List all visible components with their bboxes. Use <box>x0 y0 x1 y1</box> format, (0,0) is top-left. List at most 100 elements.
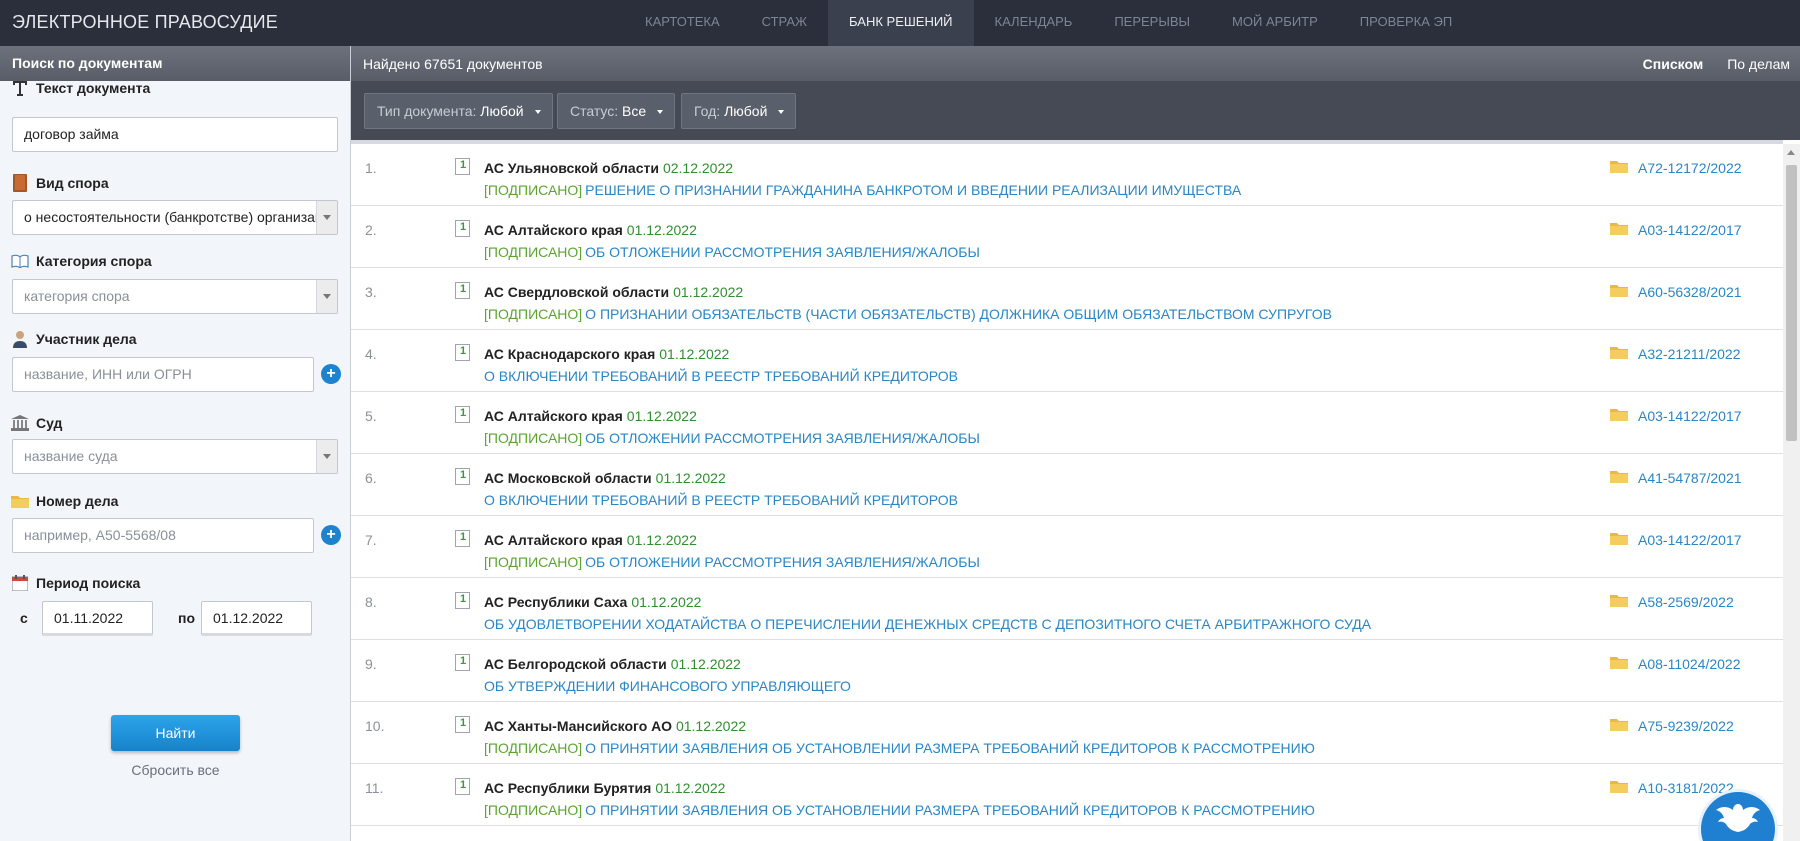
nav-item-3[interactable]: КАЛЕНДАРЬ <box>974 0 1094 46</box>
participant-input[interactable]: название, ИНН или ОГРН <box>12 357 314 392</box>
signed-badge: [ПОДПИСАНО] <box>484 802 583 818</box>
result-number: 11. <box>365 780 384 796</box>
result-title-link[interactable]: [ПОДПИСАНО] ОБ ОТЛОЖЕНИИ РАССМОТРЕНИЯ ЗАЯ… <box>484 244 980 260</box>
signed-badge: [ПОДПИСАНО] <box>484 244 583 260</box>
result-court: АС Свердловской области 01.12.2022 <box>484 284 744 300</box>
result-court: АС Белгородской области 01.12.2022 <box>484 656 741 672</box>
signed-badge: [ПОДПИСАНО] <box>484 740 583 756</box>
result-date: 02.12.2022 <box>662 160 734 176</box>
case-number-label: Номер дела <box>10 491 118 511</box>
main-nav: КАРТОТЕКА СТРАЖ БАНК РЕШЕНИЙ КАЛЕНДАРЬ ПЕРЕР… <box>624 0 1473 46</box>
document-icon[interactable] <box>455 778 470 795</box>
app-logo[interactable]: ЭЛЕКТРОННОЕ ПРАВОСУДИЕ <box>12 12 278 33</box>
reset-all-link[interactable]: Сбросить все <box>0 762 351 778</box>
case-number-link[interactable]: А08-11024/2022 <box>1638 656 1741 672</box>
chevron-down-icon[interactable] <box>316 280 337 313</box>
result-court: АС Алтайского края 01.12.2022 <box>484 532 697 548</box>
case-number-link[interactable]: А72-12172/2022 <box>1638 160 1742 176</box>
case-number-input[interactable]: например, А50-5568/08 <box>12 518 314 553</box>
doc-type-filter[interactable]: Тип документа: Любой <box>364 93 553 129</box>
result-date: 01.12.2022 <box>631 594 702 610</box>
folder-icon <box>1610 471 1628 483</box>
nav-item-5[interactable]: МОЙ АРБИТР <box>1211 0 1339 46</box>
result-title-link[interactable]: [ПОДПИСАНО] РЕШЕНИЕ О ПРИЗНАНИИ ГРАЖДАНИН… <box>484 182 1241 198</box>
chevron-down-icon[interactable] <box>316 440 337 473</box>
result-title-link[interactable]: ОБ УТВЕРЖДЕНИИ ФИНАНСОВОГО УПРАВЛЯЮЩЕГО <box>484 678 851 694</box>
result-number: 8. <box>365 594 377 610</box>
dispute-category-select[interactable]: категория спора <box>12 279 338 314</box>
result-row: 8. АС Республики Саха01.12.2022 ОБ УДОВЛЕТ… <box>351 578 1783 640</box>
court-select[interactable]: название суда <box>12 439 338 474</box>
text-t-icon <box>10 78 30 98</box>
document-icon[interactable] <box>455 592 470 609</box>
result-title-link[interactable]: [ПОДПИСАНО] О ПРИЗНАНИИ ОБЯЗАТЕЛЬСТВ (ЧАС… <box>484 306 1332 322</box>
document-text-input[interactable]: договор займа <box>12 117 338 152</box>
document-icon[interactable] <box>455 530 470 547</box>
find-button[interactable]: Найти <box>111 715 240 751</box>
result-title-link[interactable]: [ПОДПИСАНО] ОБ ОТЛОЖЕНИИ РАССМОТРЕНИЯ ЗАЯ… <box>484 554 980 570</box>
status-filter[interactable]: Статус: Все <box>557 93 676 129</box>
results-scrollbar[interactable] <box>1783 144 1800 841</box>
result-title-link[interactable]: ОБ УДОВЛЕТВОРЕНИИ ХОДАТАЙСТВА О ПЕРЕЧИСЛ… <box>484 616 1371 632</box>
scroll-up-arrow-icon[interactable] <box>1787 150 1795 155</box>
folder-icon <box>1610 657 1628 669</box>
view-by-cases-toggle[interactable]: По делам <box>1727 56 1790 72</box>
year-filter[interactable]: Год: Любой <box>681 93 797 129</box>
calendar-icon <box>10 573 30 593</box>
nav-item-6[interactable]: ПРОВЕРКА ЭП <box>1339 0 1473 46</box>
document-icon[interactable] <box>455 344 470 361</box>
result-title-link[interactable]: [ПОДПИСАНО] О ПРИНЯТИИ ЗАЯВЛЕНИЯ ОБ УСТАН… <box>484 740 1315 756</box>
nav-item-2[interactable]: БАНК РЕШЕНИЙ <box>828 0 974 46</box>
result-row: 2. АС Алтайского края01.12.2022 [ПОДПИСАНО… <box>351 206 1783 268</box>
result-number: 7. <box>365 532 377 548</box>
result-number: 3. <box>365 284 377 300</box>
document-icon[interactable] <box>455 654 470 671</box>
sidebar-header: Поиск по документам <box>0 46 350 81</box>
nav-item-1[interactable]: СТРАЖ <box>741 0 828 46</box>
chevron-down-icon[interactable] <box>316 201 337 234</box>
view-toggle: Списком По делам <box>1643 56 1790 72</box>
result-date: 01.12.2022 <box>626 532 697 548</box>
period-from-input[interactable]: 01.11.2022 <box>42 601 153 636</box>
case-number-link[interactable]: А10-3181/2022 <box>1638 780 1734 796</box>
nav-item-0[interactable]: КАРТОТЕКА <box>624 0 741 46</box>
add-case-number-button[interactable]: + <box>321 525 341 545</box>
signed-badge: [ПОДПИСАНО] <box>484 306 583 322</box>
document-icon[interactable] <box>455 158 470 175</box>
case-number-link[interactable]: А03-14122/2017 <box>1638 408 1742 424</box>
dispute-type-select[interactable]: о несостоятельности (банкротстве) органи… <box>12 200 338 235</box>
case-number-link[interactable]: А60-56328/2021 <box>1638 284 1742 300</box>
case-number-link[interactable]: А32-21211/2022 <box>1638 346 1741 362</box>
result-court: АС Алтайского края 01.12.2022 <box>484 222 697 238</box>
view-list-toggle[interactable]: Списком <box>1643 56 1704 72</box>
scroll-thumb[interactable] <box>1786 165 1797 441</box>
result-row: 11. АС Республики Бурятия01.12.2022 [ПОДПИ… <box>351 764 1783 826</box>
result-row: 6. АС Московской области01.12.2022 О ВКЛЮЧ… <box>351 454 1783 516</box>
case-number-link[interactable]: А03-14122/2017 <box>1638 222 1742 238</box>
dispute-category-label: Категория спора <box>10 251 152 271</box>
document-icon[interactable] <box>455 220 470 237</box>
signed-badge: [ПОДПИСАНО] <box>484 554 583 570</box>
period-to-input[interactable]: 01.12.2022 <box>201 601 312 636</box>
result-number: 2. <box>365 222 377 238</box>
case-number-link[interactable]: А41-54787/2021 <box>1638 470 1742 486</box>
result-date: 01.12.2022 <box>659 346 730 362</box>
document-icon[interactable] <box>455 282 470 299</box>
result-date: 01.12.2022 <box>655 780 726 796</box>
result-court: АС Ульяновской области 02.12.2022 <box>484 160 734 176</box>
document-icon[interactable] <box>455 716 470 733</box>
document-icon[interactable] <box>455 468 470 485</box>
result-title-link[interactable]: О ВКЛЮЧЕНИИ ТРЕБОВАНИЙ В РЕЕСТР ТРЕБОВАН… <box>484 492 958 508</box>
result-title-link[interactable]: [ПОДПИСАНО] ОБ ОТЛОЖЕНИИ РАССМОТРЕНИЯ ЗАЯ… <box>484 430 980 446</box>
case-number-link[interactable]: А58-2569/2022 <box>1638 594 1734 610</box>
result-number: 1. <box>365 160 377 176</box>
add-participant-button[interactable]: + <box>321 364 341 384</box>
nav-item-4[interactable]: ПЕРЕРЫВЫ <box>1093 0 1211 46</box>
case-number-link[interactable]: А03-14122/2017 <box>1638 532 1742 548</box>
case-number-link[interactable]: А75-9239/2022 <box>1638 718 1734 734</box>
result-title-link[interactable]: О ВКЛЮЧЕНИИ ТРЕБОВАНИЙ В РЕЕСТР ТРЕБОВАН… <box>484 368 958 384</box>
document-icon[interactable] <box>455 406 470 423</box>
result-court: АС Алтайского края 01.12.2022 <box>484 408 697 424</box>
period-from-prefix: с <box>20 610 28 626</box>
result-title-link[interactable]: [ПОДПИСАНО] О ПРИНЯТИИ ЗАЯВЛЕНИЯ ОБ УСТАН… <box>484 802 1315 818</box>
